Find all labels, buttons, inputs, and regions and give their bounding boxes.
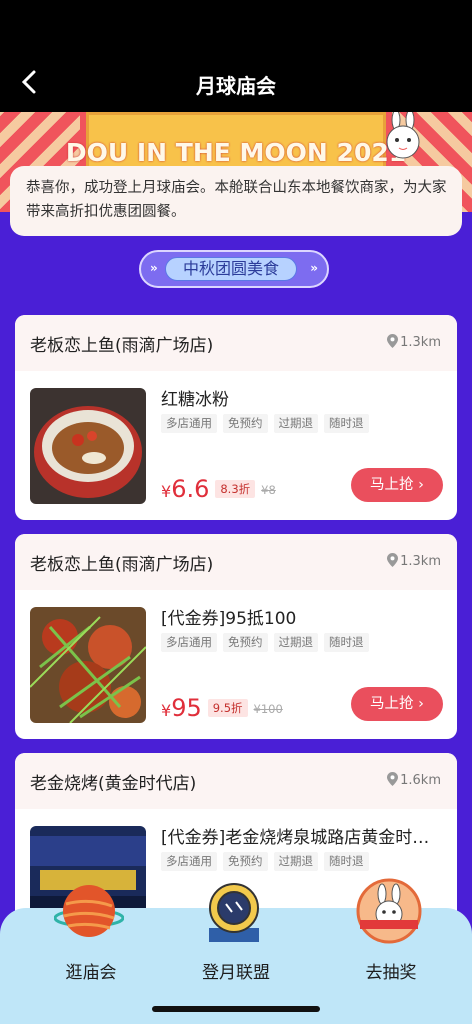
rabbit-mascot-icon xyxy=(386,112,420,159)
deal-card[interactable]: 老板恋上鱼(雨滴广场店) 1.3km 红糖冰粉 多店通用 免预约 过期退 随时退… xyxy=(15,315,457,520)
deal-title: [代金券]老金烧烤泉城路店黄金时… xyxy=(161,828,430,848)
arrow-right-icon: » xyxy=(310,261,318,275)
tag: 免预约 xyxy=(223,633,268,652)
grab-button[interactable]: 马上抢 › xyxy=(351,687,443,721)
original-price: ¥100 xyxy=(253,702,283,716)
tab-lottery[interactable]: 去抽奖 xyxy=(316,878,466,1008)
tab-moon-alliance[interactable]: 登月联盟 xyxy=(161,883,311,1008)
page-title: 月球庙会 xyxy=(196,74,276,98)
card-header[interactable]: 老板恋上鱼(雨滴广场店) 1.3km xyxy=(15,315,457,371)
rabbit-lottery-icon xyxy=(356,878,422,944)
section-header: » 中秋团圆美食 » xyxy=(139,250,329,288)
deal-title: 红糖冰粉 xyxy=(161,390,229,410)
tag: 多店通用 xyxy=(161,414,217,433)
price-currency: ¥ xyxy=(161,701,172,720)
location-pin-icon xyxy=(387,772,399,786)
tag: 免预约 xyxy=(223,414,268,433)
tag: 过期退 xyxy=(273,414,318,433)
store-name: 老板恋上鱼(雨滴广场店) xyxy=(30,555,214,575)
tag: 免预约 xyxy=(223,852,268,871)
tab-label: 逛庙会 xyxy=(65,963,117,983)
price: 95 xyxy=(171,694,202,722)
dish-image[interactable] xyxy=(30,388,146,504)
tag-list: 多店通用 免预约 过期退 随时退 xyxy=(161,414,369,433)
price-row: ¥ 95 9.5折 ¥100 xyxy=(161,694,283,722)
price: 6.6 xyxy=(171,475,210,503)
distance-text: 1.3km xyxy=(400,554,441,569)
astronaut-icon xyxy=(209,883,259,942)
distance: 1.6km xyxy=(387,772,441,788)
tag: 多店通用 xyxy=(161,852,217,871)
tab-label: 去抽奖 xyxy=(365,963,417,983)
tag: 随时退 xyxy=(324,414,369,433)
discount-badge: 8.3折 xyxy=(215,480,256,498)
tag: 过期退 xyxy=(273,852,318,871)
original-price: ¥8 xyxy=(261,483,276,497)
home-indicator xyxy=(152,1006,320,1012)
grab-button[interactable]: 马上抢 › xyxy=(351,468,443,502)
price-currency: ¥ xyxy=(161,482,172,501)
intro-message: 恭喜你，成功登上月球庙会。本舱联合山东本地餐饮商家，为大家带来高折扣优惠团圆餐。 xyxy=(10,166,462,236)
tag: 过期退 xyxy=(273,633,318,652)
arrow-right-icon: » xyxy=(150,261,158,275)
tab-temple-fair[interactable]: 逛庙会 xyxy=(16,885,166,1008)
store-name: 老板恋上鱼(雨滴广场店) xyxy=(30,336,214,356)
dish-image[interactable] xyxy=(30,607,146,723)
deal-title: [代金券]95抵100 xyxy=(161,609,297,629)
store-name: 老金烧烤(黄金时代店) xyxy=(30,774,197,794)
tag: 多店通用 xyxy=(161,633,217,652)
distance-text: 1.3km xyxy=(400,335,441,350)
tag-list: 多店通用 免预约 过期退 随时退 xyxy=(161,633,369,652)
deal-card[interactable]: 老板恋上鱼(雨滴广场店) 1.3km [代金券]95抵100 多店通用 免预约 … xyxy=(15,534,457,739)
location-pin-icon xyxy=(387,553,399,567)
location-pin-icon xyxy=(387,334,399,348)
distance: 1.3km xyxy=(387,553,441,569)
price-row: ¥ 6.6 8.3折 ¥8 xyxy=(161,475,276,503)
card-header[interactable]: 老板恋上鱼(雨滴广场店) 1.3km xyxy=(15,534,457,590)
section-title: 中秋团圆美食 xyxy=(165,257,297,281)
discount-badge: 9.5折 xyxy=(207,699,248,717)
tag: 随时退 xyxy=(324,633,369,652)
tab-label: 登月联盟 xyxy=(202,963,270,983)
planet-icon xyxy=(54,885,124,937)
distance-text: 1.6km xyxy=(400,773,441,788)
card-header[interactable]: 老金烧烤(黄金时代店) 1.6km xyxy=(15,753,457,809)
top-bar: 月球庙会 xyxy=(0,0,472,112)
distance: 1.3km xyxy=(387,334,441,350)
tag: 随时退 xyxy=(324,852,369,871)
tag-list: 多店通用 免预约 过期退 随时退 xyxy=(161,852,369,871)
